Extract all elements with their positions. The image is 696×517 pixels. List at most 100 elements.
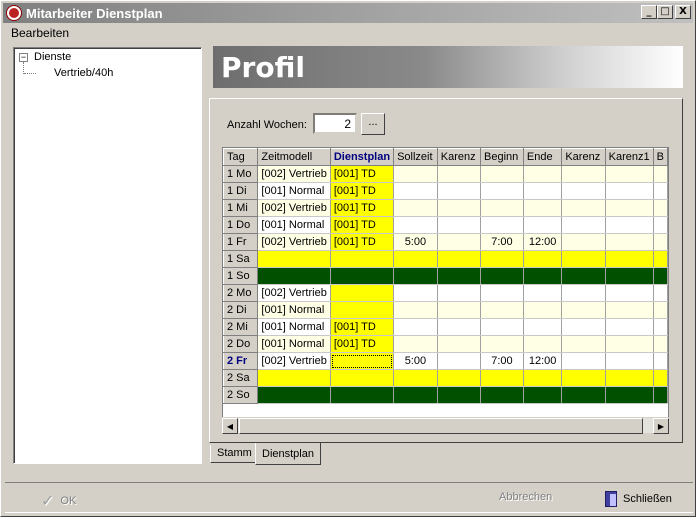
grid-cell[interactable]	[523, 216, 563, 234]
grid-cell[interactable]	[561, 250, 606, 268]
grid-cell[interactable]: [001] TD	[330, 182, 395, 200]
grid-cell[interactable]: [001] Normal	[257, 182, 331, 200]
grid-cell[interactable]: [002] Vertrieb	[257, 199, 331, 217]
menu-edit[interactable]: Bearbeiten	[11, 26, 69, 40]
grid-cell[interactable]	[605, 369, 654, 387]
grid-cell[interactable]	[437, 199, 482, 217]
column-header[interactable]: Karenz	[561, 148, 606, 166]
grid-cell[interactable]: [001] TD	[330, 165, 395, 183]
grid-cell[interactable]	[437, 335, 482, 353]
horizontal-scrollbar[interactable]: ◀ ▶	[222, 417, 669, 434]
tab-dienstplan[interactable]: Dienstplan	[255, 443, 321, 465]
grid-cell[interactable]	[257, 250, 331, 268]
grid-cell[interactable]	[605, 284, 654, 302]
grid-cell[interactable]: [002] Vertrieb	[257, 352, 331, 370]
grid-cell[interactable]	[330, 369, 395, 387]
grid-cell[interactable]	[480, 369, 524, 387]
grid-cell[interactable]	[393, 369, 438, 387]
scroll-thumb[interactable]	[239, 418, 643, 434]
grid-cell[interactable]	[653, 233, 668, 251]
grid-cell[interactable]: [001] TD	[330, 216, 395, 234]
maximize-button[interactable]: □	[657, 5, 673, 19]
grid-cell[interactable]	[605, 216, 654, 234]
grid-cell[interactable]	[330, 301, 395, 319]
title-bar[interactable]: Mitarbeiter Dienstplan _ □ X	[3, 3, 693, 23]
grid-cell[interactable]	[653, 369, 668, 387]
table-row[interactable]: 2 Mo [002] Vertrieb	[223, 284, 668, 302]
grid-cell[interactable]	[605, 301, 654, 319]
grid-cell[interactable]	[561, 233, 606, 251]
grid-cell[interactable]	[393, 267, 438, 285]
grid-cell[interactable]	[480, 199, 524, 217]
table-row[interactable]: 1 Mi [002] Vertrieb [001] TD	[223, 199, 668, 217]
grid-cell[interactable]	[653, 318, 668, 336]
table-row[interactable]: 1 Di [001] Normal [001] TD	[223, 182, 668, 200]
grid-cell[interactable]	[653, 182, 668, 200]
grid-cell[interactable]	[653, 335, 668, 353]
scroll-right-icon[interactable]: ▶	[653, 418, 669, 434]
grid-cell[interactable]	[561, 352, 606, 370]
grid-cell[interactable]	[561, 267, 606, 285]
grid-cell[interactable]	[393, 216, 438, 234]
grid-cell[interactable]	[605, 199, 654, 217]
grid-cell[interactable]	[605, 318, 654, 336]
grid-cell[interactable]	[605, 352, 654, 370]
grid-cell[interactable]	[523, 386, 563, 404]
grid-cell[interactable]	[561, 199, 606, 217]
scroll-left-icon[interactable]: ◀	[222, 418, 238, 434]
close-button[interactable]: Schließen	[605, 491, 672, 507]
grid-cell[interactable]	[653, 301, 668, 319]
grid-cell[interactable]	[437, 352, 482, 370]
grid-cell[interactable]: [001] TD	[330, 335, 395, 353]
grid-cell[interactable]	[480, 386, 524, 404]
grid-cell[interactable]	[437, 369, 482, 387]
dienste-tree[interactable]: − Dienste Vertrieb/40h	[13, 47, 202, 464]
column-header[interactable]: Ende	[522, 148, 563, 166]
grid-cell[interactable]	[480, 301, 524, 319]
table-row[interactable]: 1 Fr [002] Vertrieb [001] TD 5:00 7:00 12:00	[223, 233, 668, 251]
column-header[interactable]: Dienstplan	[329, 148, 395, 166]
table-row[interactable]: 1 Sa	[223, 250, 668, 268]
grid-cell[interactable]	[437, 318, 482, 336]
grid-cell[interactable]	[523, 182, 563, 200]
grid-cell[interactable]: [001] Normal	[257, 335, 331, 353]
grid-cell[interactable]: [001] Normal	[257, 301, 331, 319]
table-row[interactable]: 2 So	[223, 386, 668, 404]
grid-cell[interactable]	[653, 216, 668, 234]
grid-cell[interactable]	[480, 318, 524, 336]
grid-cell[interactable]	[393, 182, 438, 200]
grid-cell[interactable]	[653, 267, 668, 285]
minimize-button[interactable]: _	[641, 5, 657, 19]
grid-cell[interactable]: 5:00	[393, 352, 438, 370]
grid-cell[interactable]	[437, 250, 482, 268]
grid-cell[interactable]	[393, 335, 438, 353]
table-row[interactable]: 2 Di [001] Normal	[223, 301, 668, 319]
grid-cell[interactable]	[605, 386, 654, 404]
close-window-button[interactable]: X	[675, 5, 691, 19]
cancel-button[interactable]: Abbrechen	[499, 491, 552, 503]
column-header[interactable]: B	[652, 148, 668, 166]
table-row[interactable]: 1 Mo [002] Vertrieb [001] TD	[223, 165, 668, 183]
table-row[interactable]: 2 Mi [001] Normal [001] TD	[223, 318, 668, 336]
grid-cell[interactable]	[523, 284, 563, 302]
grid-cell[interactable]	[330, 267, 395, 285]
grid-cell[interactable]	[523, 165, 563, 183]
grid-cell[interactable]: 12:00	[523, 352, 563, 370]
grid-cell[interactable]	[653, 386, 668, 404]
grid-cell[interactable]	[561, 386, 606, 404]
grid-cell[interactable]	[437, 182, 482, 200]
grid-cell[interactable]	[605, 182, 654, 200]
table-row[interactable]: 2 Sa	[223, 369, 668, 387]
grid-cell[interactable]: [002] Vertrieb	[257, 284, 331, 302]
grid-cell[interactable]: [002] Vertrieb	[257, 233, 331, 251]
grid-cell[interactable]	[523, 250, 563, 268]
column-header[interactable]: Beginn	[480, 148, 524, 166]
grid-cell[interactable]	[437, 216, 482, 234]
table-row[interactable]: 1 Do [001] Normal [001] TD	[223, 216, 668, 234]
grid-cell[interactable]: 7:00	[480, 352, 524, 370]
grid-cell[interactable]	[257, 386, 331, 404]
grid-cell[interactable]	[561, 318, 606, 336]
grid-cell[interactable]	[605, 335, 654, 353]
grid-cell[interactable]	[523, 369, 563, 387]
column-header[interactable]: Karenz	[436, 148, 482, 166]
